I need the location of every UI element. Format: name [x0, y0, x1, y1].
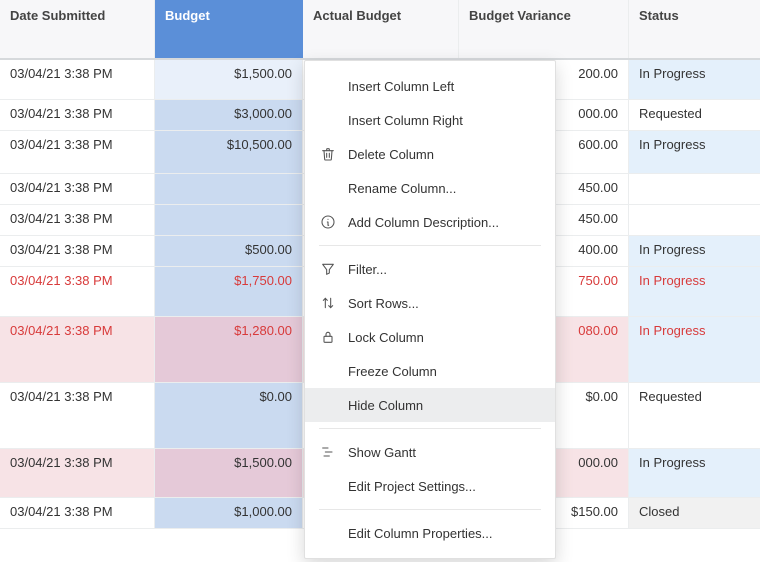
- cell-date[interactable]: 03/04/21 3:38 PM: [0, 267, 155, 316]
- menu-item-label: Lock Column: [348, 330, 424, 345]
- info-icon: [319, 213, 337, 231]
- cell-budget[interactable]: $500.00: [155, 236, 303, 266]
- cell-budget[interactable]: $1,500.00: [155, 60, 303, 99]
- column-header[interactable]: Budget Variance: [459, 0, 629, 58]
- cell-status[interactable]: In Progress: [629, 449, 760, 497]
- menu-item[interactable]: Insert Column Left: [305, 69, 555, 103]
- cell-status[interactable]: Closed: [629, 498, 760, 528]
- cell-date[interactable]: 03/04/21 3:38 PM: [0, 317, 155, 382]
- menu-item-label: Rename Column...: [348, 181, 456, 196]
- cell-budget[interactable]: $1,750.00: [155, 267, 303, 316]
- lock-icon: [319, 328, 337, 346]
- menu-item-label: Insert Column Left: [348, 79, 454, 94]
- menu-item-label: Edit Column Properties...: [348, 526, 493, 541]
- gantt-icon: [319, 443, 337, 461]
- menu-item[interactable]: Edit Column Properties...: [305, 516, 555, 550]
- cell-status[interactable]: In Progress: [629, 267, 760, 316]
- menu-item[interactable]: Filter...: [305, 252, 555, 286]
- sort-icon: [319, 294, 337, 312]
- menu-item-label: Hide Column: [348, 398, 423, 413]
- cell-status[interactable]: In Progress: [629, 236, 760, 266]
- menu-item[interactable]: Show Gantt: [305, 435, 555, 469]
- cell-status[interactable]: In Progress: [629, 131, 760, 173]
- cell-date[interactable]: 03/04/21 3:38 PM: [0, 383, 155, 448]
- menu-item[interactable]: Add Column Description...: [305, 205, 555, 239]
- column-context-menu: Insert Column Left Insert Column Right Del…: [304, 60, 556, 559]
- menu-item[interactable]: Insert Column Right: [305, 103, 555, 137]
- cell-budget[interactable]: $0.00: [155, 383, 303, 448]
- menu-item-label: Insert Column Right: [348, 113, 463, 128]
- menu-item[interactable]: Delete Column: [305, 137, 555, 171]
- cell-date[interactable]: 03/04/21 3:38 PM: [0, 100, 155, 130]
- menu-divider: [319, 428, 541, 429]
- cell-date[interactable]: 03/04/21 3:38 PM: [0, 205, 155, 235]
- trash-icon: [319, 145, 337, 163]
- column-header[interactable]: Actual Budget: [303, 0, 459, 58]
- menu-item[interactable]: Edit Project Settings...: [305, 469, 555, 503]
- cell-budget[interactable]: $10,500.00: [155, 131, 303, 173]
- cell-date[interactable]: 03/04/21 3:38 PM: [0, 60, 155, 99]
- cell-date[interactable]: 03/04/21 3:38 PM: [0, 449, 155, 497]
- menu-item-label: Delete Column: [348, 147, 434, 162]
- cell-status[interactable]: [629, 205, 760, 235]
- cell-status[interactable]: [629, 174, 760, 204]
- cell-date[interactable]: 03/04/21 3:38 PM: [0, 131, 155, 173]
- cell-status[interactable]: Requested: [629, 100, 760, 130]
- cell-budget[interactable]: [155, 205, 303, 235]
- menu-item-label: Filter...: [348, 262, 387, 277]
- menu-item-label: Show Gantt: [348, 445, 416, 460]
- cell-budget[interactable]: $3,000.00: [155, 100, 303, 130]
- filter-icon: [319, 260, 337, 278]
- menu-item-label: Edit Project Settings...: [348, 479, 476, 494]
- column-header[interactable]: Budget: [155, 0, 303, 58]
- menu-divider: [319, 245, 541, 246]
- cell-budget[interactable]: $1,000.00: [155, 498, 303, 528]
- column-header[interactable]: Date Submitted: [0, 0, 155, 58]
- menu-item[interactable]: Lock Column: [305, 320, 555, 354]
- menu-item-label: Sort Rows...: [348, 296, 419, 311]
- column-header[interactable]: Status: [629, 0, 760, 58]
- cell-date[interactable]: 03/04/21 3:38 PM: [0, 236, 155, 266]
- cell-status[interactable]: In Progress: [629, 60, 760, 99]
- menu-item[interactable]: Freeze Column: [305, 354, 555, 388]
- menu-item-label: Freeze Column: [348, 364, 437, 379]
- menu-divider: [319, 509, 541, 510]
- cell-budget[interactable]: [155, 174, 303, 204]
- menu-item[interactable]: Rename Column...: [305, 171, 555, 205]
- column-header-row: Date SubmittedBudgetActual BudgetBudget …: [0, 0, 760, 60]
- cell-status[interactable]: Requested: [629, 383, 760, 448]
- cell-date[interactable]: 03/04/21 3:38 PM: [0, 498, 155, 528]
- menu-item[interactable]: Sort Rows...: [305, 286, 555, 320]
- menu-item-label: Add Column Description...: [348, 215, 499, 230]
- cell-status[interactable]: In Progress: [629, 317, 760, 382]
- cell-budget[interactable]: $1,500.00: [155, 449, 303, 497]
- cell-date[interactable]: 03/04/21 3:38 PM: [0, 174, 155, 204]
- cell-budget[interactable]: $1,280.00: [155, 317, 303, 382]
- menu-item[interactable]: Hide Column: [305, 388, 555, 422]
